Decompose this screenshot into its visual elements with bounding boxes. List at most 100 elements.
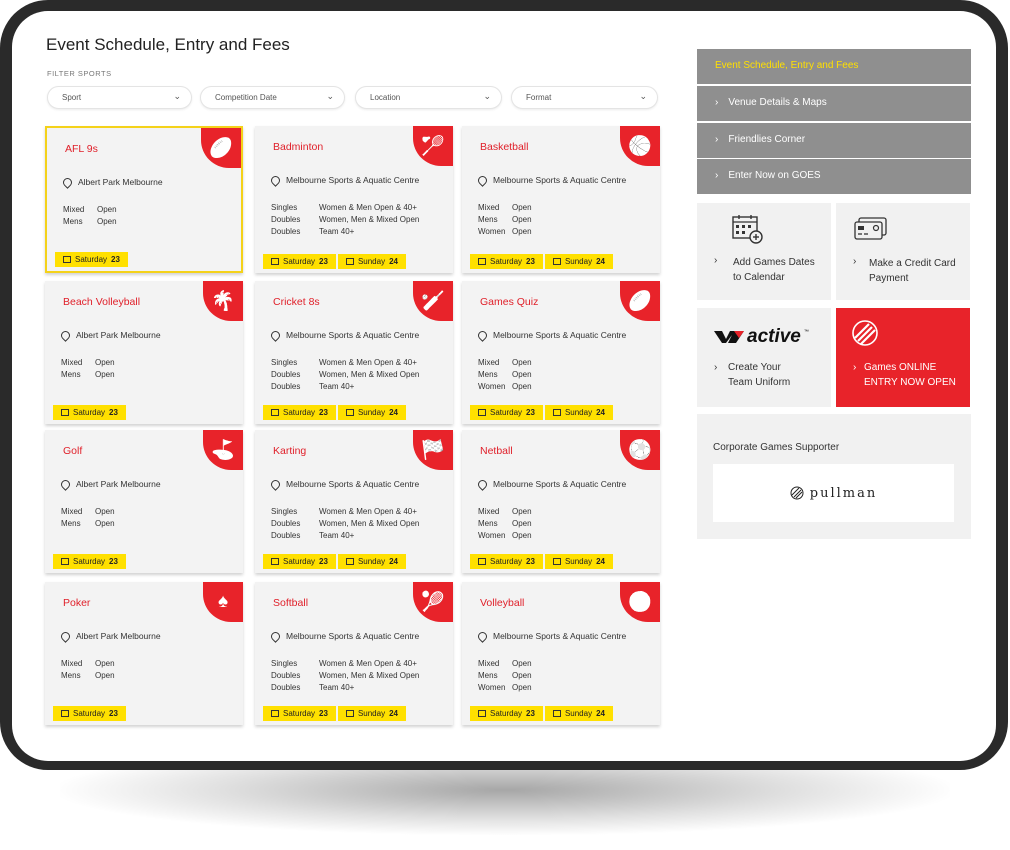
date-badge[interactable]: Saturday 23 bbox=[263, 405, 336, 420]
date-number: 23 bbox=[319, 257, 328, 266]
division-category: Women, Men & Mixed Open bbox=[319, 519, 420, 528]
date-number: 24 bbox=[596, 257, 605, 266]
sport-card[interactable]: Games Quiz 🏉 Melbourne Sports & Aquatic Ce… bbox=[462, 281, 660, 424]
date-day: Saturday bbox=[283, 709, 316, 718]
date-badge[interactable]: Sunday 24 bbox=[337, 254, 406, 269]
sport-filter-select[interactable]: Sport ⌄ bbox=[47, 86, 192, 109]
sport-card[interactable]: Badminton 🏸 Melbourne Sports & Aquatic Cen… bbox=[255, 126, 453, 273]
date-day: Saturday bbox=[490, 257, 523, 266]
division-row: Mixed Open bbox=[478, 658, 532, 670]
chevron-right-icon: › bbox=[714, 255, 718, 266]
sport-card[interactable]: AFL 9s 🏉 Albert Park Melbourne Mixed Open Men… bbox=[45, 126, 243, 273]
division-category: Open bbox=[95, 659, 115, 668]
division-row: Doubles Team 40+ bbox=[271, 682, 419, 694]
sport-name: Softball bbox=[273, 597, 309, 609]
division-category: Open bbox=[97, 217, 117, 226]
basketball-icon-glyph: 🏀 bbox=[628, 136, 652, 157]
date-number: 23 bbox=[526, 709, 535, 718]
beach-volleyball-icon: 🌴 bbox=[203, 281, 243, 321]
pullman-wordmark: pullman bbox=[790, 486, 877, 501]
sport-name: Volleyball bbox=[480, 597, 525, 609]
division-category: Open bbox=[512, 358, 532, 367]
division-list: Mixed Open Mens Open Women Open bbox=[478, 658, 532, 694]
pullman-logo[interactable]: pullman bbox=[713, 464, 954, 522]
division-row: Mens Open bbox=[61, 369, 115, 381]
calendar-icon bbox=[552, 710, 561, 717]
date-badge[interactable]: Saturday 23 bbox=[470, 405, 543, 420]
sport-card[interactable]: Netball ⚽ Melbourne Sports & Aquatic Centr… bbox=[462, 430, 660, 573]
date-badge[interactable]: Sunday 24 bbox=[544, 706, 613, 721]
date-badge[interactable]: Saturday 23 bbox=[53, 706, 126, 721]
sport-card[interactable]: Basketball 🏀 Melbourne Sports & Aquatic Ce… bbox=[462, 126, 660, 273]
venue-name: Albert Park Melbourne bbox=[76, 479, 161, 489]
date-badge[interactable]: Sunday 24 bbox=[544, 554, 613, 569]
date-filter-select[interactable]: Competition Date ⌄ bbox=[200, 86, 345, 109]
tile-label: Add Games Dates to Calendar bbox=[733, 255, 815, 285]
credit-card-payment-tile[interactable]: › Make a Credit Card Payment bbox=[836, 203, 970, 300]
date-badge[interactable]: Saturday 23 bbox=[53, 554, 126, 569]
sport-card[interactable]: Cricket 8s 🏏 Melbourne Sports & Aquatic Ce… bbox=[255, 281, 453, 424]
division-type: Mens bbox=[478, 671, 498, 680]
venue-name: Melbourne Sports & Aquatic Centre bbox=[286, 330, 420, 340]
sport-card[interactable]: Softball 🎾 Melbourne Sports & Aquatic Cent… bbox=[255, 582, 453, 725]
date-badge[interactable]: Sunday 24 bbox=[337, 405, 406, 420]
division-category: Open bbox=[95, 358, 115, 367]
filter-label: FILTER SPORTS bbox=[47, 69, 112, 78]
active-chevron-icon bbox=[714, 331, 744, 343]
date-badge[interactable]: Saturday 23 bbox=[263, 254, 336, 269]
team-uniform-tile[interactable]: active ™ › Create Your Team Uniform bbox=[697, 308, 831, 407]
date-badge[interactable]: Sunday 24 bbox=[337, 706, 406, 721]
date-number: 23 bbox=[319, 408, 328, 417]
games-online-entry-tile[interactable]: › Games ONLINE ENTRY NOW OPEN bbox=[836, 308, 970, 407]
sidebar-item-enter-goes[interactable]: › Enter Now on GOES bbox=[697, 159, 971, 194]
location-filter-select[interactable]: Location ⌄ bbox=[355, 86, 502, 109]
division-row: Mens Open bbox=[63, 216, 117, 228]
date-badge[interactable]: Saturday 23 bbox=[263, 554, 336, 569]
event-dates: Saturday 23 Sunday 24 bbox=[263, 706, 406, 721]
sport-card[interactable]: Beach Volleyball 🌴 Albert Park Melbourne Mi… bbox=[45, 281, 243, 424]
add-to-calendar-tile[interactable]: › Add Games Dates to Calendar bbox=[697, 203, 831, 300]
division-category: Open bbox=[512, 227, 532, 236]
date-badge[interactable]: Saturday 23 bbox=[470, 554, 543, 569]
sidebar-item-event-schedule[interactable]: Event Schedule, Entry and Fees bbox=[697, 49, 971, 84]
date-badge[interactable]: Saturday 23 bbox=[470, 254, 543, 269]
netball-icon-glyph: ⚽ bbox=[628, 440, 652, 461]
cricket-icon-glyph: 🏏 bbox=[421, 291, 445, 312]
format-filter-select[interactable]: Format ⌄ bbox=[511, 86, 658, 109]
sport-card[interactable]: Karting 🏁 Melbourne Sports & Aquatic Centr… bbox=[255, 430, 453, 573]
venue-name: Melbourne Sports & Aquatic Centre bbox=[286, 175, 420, 185]
date-day: Saturday bbox=[73, 709, 106, 718]
date-day: Saturday bbox=[490, 557, 523, 566]
division-category: Women, Men & Mixed Open bbox=[319, 215, 420, 224]
chevron-right-icon: › bbox=[715, 134, 719, 145]
event-dates: Saturday 23 Sunday 24 bbox=[263, 554, 406, 569]
tile-label-line: Make a Credit Card bbox=[869, 258, 956, 269]
date-badge[interactable]: Saturday 23 bbox=[263, 706, 336, 721]
division-row: Mens Open bbox=[61, 518, 115, 530]
date-badge[interactable]: Saturday 23 bbox=[470, 706, 543, 721]
chevron-right-icon: › bbox=[714, 362, 718, 373]
venue-name: Albert Park Melbourne bbox=[76, 330, 161, 340]
sport-card[interactable]: Volleyball 🏐 Melbourne Sports & Aquatic Ce… bbox=[462, 582, 660, 725]
division-row: Mens Open bbox=[61, 670, 115, 682]
sport-card[interactable]: Poker ♠ Albert Park Melbourne Mixed Open Mens… bbox=[45, 582, 243, 725]
division-category: Open bbox=[512, 215, 532, 224]
basketball-icon: 🏀 bbox=[620, 126, 660, 166]
date-day: Sunday bbox=[357, 709, 386, 718]
date-number: 23 bbox=[526, 408, 535, 417]
date-badge[interactable]: Sunday 24 bbox=[544, 254, 613, 269]
date-badge[interactable]: Saturday 23 bbox=[55, 252, 128, 267]
date-badge[interactable]: Sunday 24 bbox=[337, 554, 406, 569]
division-list: Singles Women & Men Open & 40+ Doubles Wome… bbox=[271, 506, 419, 542]
venue-location: Melbourne Sports & Aquatic Centre bbox=[476, 173, 626, 187]
sidebar-item-venue-details[interactable]: › Venue Details & Maps bbox=[697, 86, 971, 121]
map-pin-icon bbox=[269, 173, 282, 187]
venue-location: Albert Park Melbourne bbox=[59, 477, 161, 491]
sport-card[interactable]: Golf ⛳ Albert Park Melbourne Mixed Open Mens O… bbox=[45, 430, 243, 573]
date-badge[interactable]: Sunday 24 bbox=[544, 405, 613, 420]
division-list: Singles Women & Men Open & 40+ Doubles Wome… bbox=[271, 202, 419, 238]
sidebar-item-friendlies[interactable]: › Friendlies Corner bbox=[697, 123, 971, 158]
date-badge[interactable]: Saturday 23 bbox=[53, 405, 126, 420]
division-list: Mixed Open Mens Open Women Open bbox=[478, 357, 532, 393]
date-day: Saturday bbox=[283, 557, 316, 566]
